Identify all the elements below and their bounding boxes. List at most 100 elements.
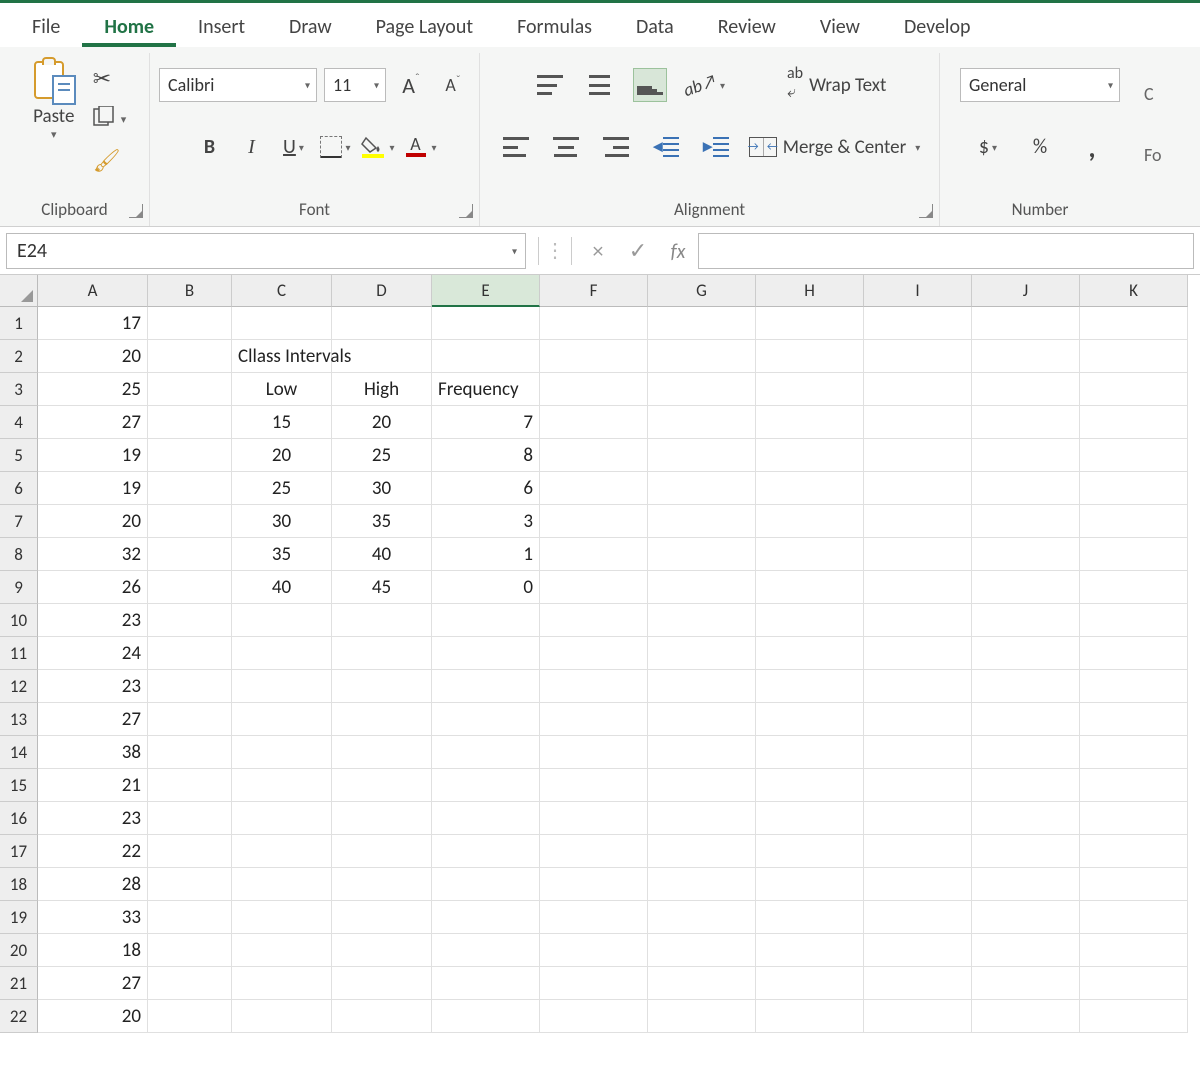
- column-header-H[interactable]: H: [756, 275, 864, 307]
- clipboard-dialog-launcher[interactable]: [129, 204, 143, 218]
- cell[interactable]: 25: [38, 373, 148, 406]
- row-header-14[interactable]: 14: [0, 736, 38, 769]
- cell[interactable]: [756, 736, 864, 769]
- row-header-22[interactable]: 22: [0, 1000, 38, 1033]
- shrink-font-button[interactable]: Aˇ: [436, 68, 470, 102]
- cell[interactable]: [148, 901, 232, 934]
- column-header-I[interactable]: I: [864, 275, 972, 307]
- cell[interactable]: [1080, 934, 1188, 967]
- cell[interactable]: 25: [332, 439, 432, 472]
- cell[interactable]: [756, 406, 864, 439]
- cell[interactable]: 0: [432, 571, 540, 604]
- cell[interactable]: [432, 340, 540, 373]
- name-box[interactable]: E24 ▾: [6, 233, 526, 269]
- cell[interactable]: [540, 439, 648, 472]
- row-header-12[interactable]: 12: [0, 670, 38, 703]
- cell[interactable]: [648, 571, 756, 604]
- cell[interactable]: 40: [232, 571, 332, 604]
- cell[interactable]: [756, 769, 864, 802]
- align-left-button[interactable]: [499, 130, 533, 164]
- cell[interactable]: [432, 901, 540, 934]
- cell[interactable]: [864, 1000, 972, 1033]
- cell[interactable]: 6: [432, 472, 540, 505]
- cell[interactable]: [864, 637, 972, 670]
- cell[interactable]: 18: [38, 934, 148, 967]
- cell[interactable]: [432, 670, 540, 703]
- cell[interactable]: [972, 472, 1080, 505]
- cell[interactable]: [1080, 439, 1188, 472]
- cell[interactable]: [540, 307, 648, 340]
- cell[interactable]: [648, 604, 756, 637]
- row-header-6[interactable]: 6: [0, 472, 38, 505]
- cell[interactable]: [756, 571, 864, 604]
- insert-function-button[interactable]: fx: [658, 237, 698, 264]
- cell[interactable]: [1080, 505, 1188, 538]
- cell[interactable]: [148, 769, 232, 802]
- cell[interactable]: [756, 637, 864, 670]
- orientation-button[interactable]: ab↗▾: [683, 68, 725, 102]
- cell[interactable]: [432, 703, 540, 736]
- cell[interactable]: [972, 703, 1080, 736]
- cell[interactable]: [756, 604, 864, 637]
- underline-button[interactable]: U▾: [276, 130, 310, 164]
- cell[interactable]: 20: [38, 505, 148, 538]
- cell[interactable]: [148, 538, 232, 571]
- row-header-9[interactable]: 9: [0, 571, 38, 604]
- column-header-K[interactable]: K: [1080, 275, 1188, 307]
- row-header-1[interactable]: 1: [0, 307, 38, 340]
- cell[interactable]: [1080, 736, 1188, 769]
- cell[interactable]: [648, 1000, 756, 1033]
- cell[interactable]: [648, 703, 756, 736]
- cell[interactable]: [972, 637, 1080, 670]
- cell[interactable]: 19: [38, 439, 148, 472]
- cell[interactable]: [232, 769, 332, 802]
- cell[interactable]: [148, 406, 232, 439]
- cell[interactable]: 35: [232, 538, 332, 571]
- tab-view[interactable]: View: [798, 9, 882, 47]
- cell[interactable]: [540, 373, 648, 406]
- cell[interactable]: [148, 571, 232, 604]
- cell[interactable]: [148, 340, 232, 373]
- column-header-C[interactable]: C: [232, 275, 332, 307]
- cell[interactable]: [540, 901, 648, 934]
- cell[interactable]: [648, 868, 756, 901]
- cell[interactable]: [648, 901, 756, 934]
- cell[interactable]: [864, 934, 972, 967]
- cell[interactable]: [1080, 901, 1188, 934]
- font-name-combo[interactable]: Calibri ▾: [159, 68, 317, 102]
- cell[interactable]: [864, 802, 972, 835]
- cell[interactable]: [232, 901, 332, 934]
- cell[interactable]: [756, 538, 864, 571]
- column-header-E[interactable]: E: [432, 275, 540, 307]
- cell[interactable]: [1080, 406, 1188, 439]
- cell[interactable]: [972, 868, 1080, 901]
- cell[interactable]: [756, 340, 864, 373]
- cell[interactable]: [148, 934, 232, 967]
- cell[interactable]: [756, 802, 864, 835]
- cell[interactable]: [648, 769, 756, 802]
- bold-button[interactable]: B: [192, 130, 226, 164]
- cell[interactable]: [1080, 340, 1188, 373]
- cell[interactable]: 28: [38, 868, 148, 901]
- formula-input[interactable]: [698, 233, 1194, 269]
- cell[interactable]: [972, 604, 1080, 637]
- cell[interactable]: 20: [38, 1000, 148, 1033]
- cell[interactable]: [332, 901, 432, 934]
- cell[interactable]: [332, 1000, 432, 1033]
- column-header-F[interactable]: F: [540, 275, 648, 307]
- cell[interactable]: [540, 406, 648, 439]
- grow-font-button[interactable]: Aˆ: [394, 68, 428, 102]
- formula-bar-handle-icon[interactable]: ⋮: [545, 246, 565, 256]
- cell[interactable]: [972, 736, 1080, 769]
- row-header-10[interactable]: 10: [0, 604, 38, 637]
- tab-draw[interactable]: Draw: [267, 9, 354, 47]
- cell[interactable]: 1: [432, 538, 540, 571]
- cell[interactable]: [756, 439, 864, 472]
- column-header-G[interactable]: G: [648, 275, 756, 307]
- cell[interactable]: [648, 934, 756, 967]
- tab-insert[interactable]: Insert: [176, 9, 267, 47]
- cell[interactable]: [148, 1000, 232, 1033]
- wrap-text-button[interactable]: ab⤶ Wrap Text: [787, 68, 886, 102]
- cell[interactable]: [864, 736, 972, 769]
- cell[interactable]: [864, 868, 972, 901]
